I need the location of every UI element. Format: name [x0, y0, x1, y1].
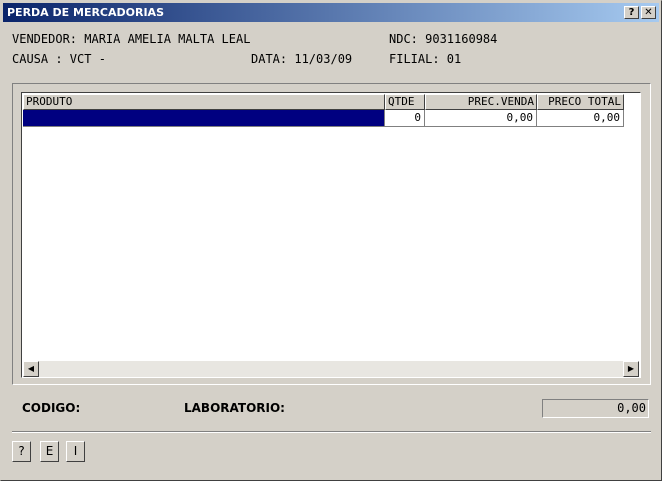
- scroll-right-icon[interactable]: ▶: [623, 361, 639, 377]
- cell-produto[interactable]: [23, 110, 385, 127]
- vendedor-label: VENDEDOR: MARIA AMELIA MALTA LEAL: [12, 32, 251, 46]
- separator: [12, 431, 651, 433]
- causa-label: CAUSA : VCT -: [12, 52, 106, 66]
- column-header-preco-total[interactable]: PRECO TOTAL: [537, 94, 624, 110]
- data-label: DATA: 11/03/09: [251, 52, 353, 66]
- ndc-label: NDC: 9031160984: [389, 32, 498, 46]
- column-header-qtde[interactable]: QTDE: [385, 94, 425, 110]
- codigo-label: CODIGO:: [22, 401, 81, 415]
- i-button[interactable]: I: [66, 441, 85, 462]
- products-grid[interactable]: PRODUTO QTDE PREC.VENDA PRECO TOTAL 0 0,…: [21, 92, 641, 378]
- column-header-produto[interactable]: PRODUTO: [23, 94, 385, 110]
- cell-qtde[interactable]: 0: [385, 110, 425, 127]
- cell-preco-total[interactable]: 0,00: [537, 110, 624, 127]
- scroll-left-icon[interactable]: ◀: [23, 361, 39, 377]
- window-title: PERDA DE MERCADORIAS: [7, 6, 164, 19]
- cell-prec-venda[interactable]: 0,00: [425, 110, 537, 127]
- close-icon[interactable]: ✕: [641, 6, 656, 19]
- help-button[interactable]: ?: [12, 441, 31, 462]
- total-field: 0,00: [542, 399, 649, 418]
- help-title-button[interactable]: ?: [624, 6, 639, 19]
- main-window: PERDA DE MERCADORIAS ? ✕ VENDEDOR: MARIA…: [0, 0, 662, 481]
- filial-label: FILIAL: 01: [389, 52, 462, 66]
- horizontal-scrollbar[interactable]: ◀ ▶: [23, 361, 639, 377]
- laboratorio-label: LABORATORIO:: [184, 401, 285, 415]
- e-button[interactable]: E: [40, 441, 59, 462]
- column-header-prec-venda[interactable]: PREC.VENDA: [425, 94, 537, 110]
- title-bar: PERDA DE MERCADORIAS ? ✕: [3, 3, 659, 22]
